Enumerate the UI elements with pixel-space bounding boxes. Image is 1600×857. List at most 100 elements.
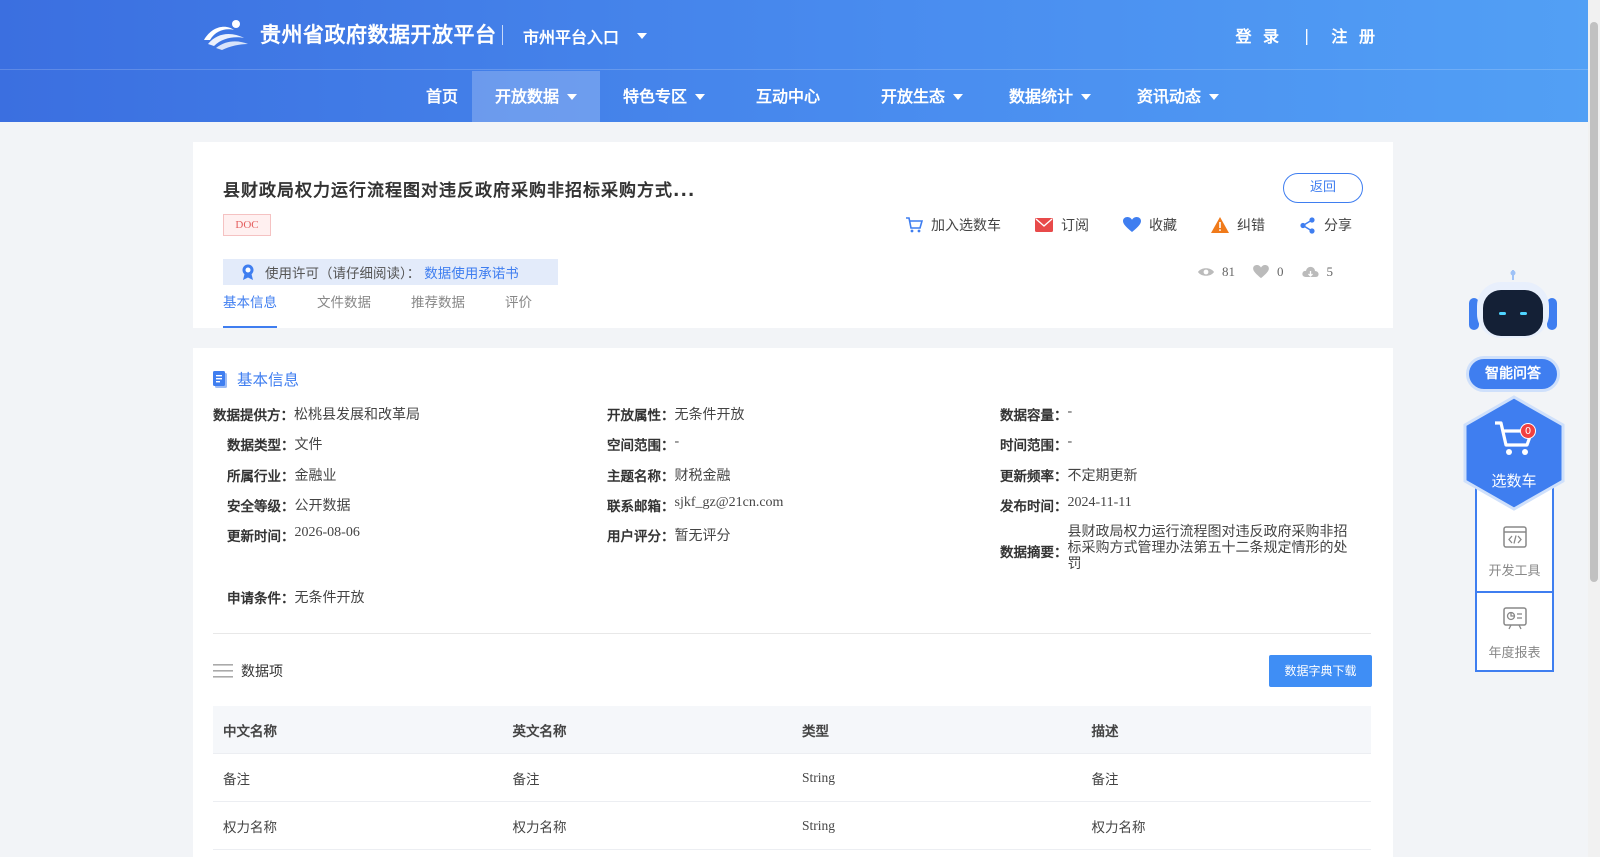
field-key: 用户评分：	[607, 529, 675, 545]
field-frequency: 更新频率： 不定期更新	[1000, 465, 1138, 485]
dataset-actions: 加入选数车 订阅 收藏 纠错 分享	[905, 215, 1386, 235]
field-industry: 所属行业： 金融业	[227, 465, 337, 485]
dataset-title: 县财政局权力运行流程图对违反政府采购非招标采购方式...	[223, 181, 696, 201]
field-provider: 数据提供方： 松桃县发展和改革局	[213, 404, 420, 424]
site-title: 贵州省政府数据开放平台	[260, 23, 497, 47]
dictionary-download-button[interactable]: 数据字典下载	[1269, 655, 1372, 687]
site-logo[interactable]: 贵州省政府数据开放平台	[200, 16, 497, 52]
report-error-button[interactable]: 纠错	[1211, 215, 1265, 235]
nav-item-news[interactable]: 资讯动态	[1114, 71, 1242, 122]
login-link[interactable]: 登 录	[1235, 23, 1282, 47]
scrollbar-thumb[interactable]	[1590, 22, 1598, 582]
share-button[interactable]: 分享	[1299, 215, 1352, 235]
field-key: 主题名称：	[607, 469, 675, 485]
field-key: 数据类型：	[227, 438, 295, 454]
table-row: 备注 备注 String 备注	[213, 754, 1371, 802]
table-cell: String	[802, 769, 836, 785]
table-cell: 权力名称	[1091, 819, 1146, 836]
city-entry-label: 市州平台入口	[523, 28, 620, 47]
share-icon	[1300, 216, 1315, 234]
list-icon	[213, 664, 233, 678]
tab-file-data[interactable]: 文件数据	[317, 292, 371, 328]
dataset-header-card: 县财政局权力运行流程图对违反政府采购非招标采购方式... DOC 返回 加入选数…	[193, 142, 1393, 328]
view-count-value: 81	[1222, 264, 1235, 279]
field-key: 时间范围：	[1000, 438, 1068, 454]
field-summary: 数据摘要： 县财政局权力运行流程图对违反政府采购非招标采购方式管理办法第五十二条规…	[1000, 525, 1360, 573]
nav-label: 首页	[425, 87, 458, 106]
heart-icon	[1253, 265, 1269, 279]
auth-separator: |	[1304, 25, 1310, 45]
chevron-down-icon	[953, 93, 963, 100]
cart-icon	[906, 217, 923, 233]
tab-reviews[interactable]: 评价	[505, 292, 532, 328]
column-header: 描述	[1091, 723, 1119, 740]
nav-item-ecosystem[interactable]: 开放生态	[858, 71, 986, 122]
nav-item-special-zone[interactable]: 特色专区	[600, 71, 728, 122]
nav-item-interaction[interactable]: 互动中心	[728, 71, 848, 122]
license-agreement-link[interactable]: 数据使用承诺书	[424, 262, 519, 282]
favorite-button[interactable]: 收藏	[1123, 215, 1177, 235]
nav-item-open-data[interactable]: 开放数据	[472, 71, 600, 122]
dataset-stats: 81 0 5	[1198, 264, 1351, 280]
field-value: sjkf_gz@21cn.com	[674, 495, 784, 510]
eye-icon	[1198, 268, 1214, 276]
table-cell: 权力名称	[223, 819, 277, 836]
field-value: 财税金融	[674, 469, 731, 484]
like-count-value: 0	[1277, 264, 1284, 279]
city-platform-dropdown[interactable]: 市州平台入口	[523, 24, 648, 48]
table-cell: 备注	[1091, 771, 1119, 788]
dev-tools-label: 开发工具	[1488, 564, 1541, 579]
award-icon	[242, 264, 254, 280]
field-publish-time: 发布时间： 2024-11-11	[1000, 495, 1132, 515]
nav-label: 特色专区	[622, 87, 687, 106]
selection-cart-button[interactable]	[1463, 395, 1565, 511]
site-header: 贵州省政府数据开放平台 市州平台入口 登 录 | 注 册 首页 开放数据 特色专…	[0, 0, 1600, 122]
field-space-range: 空间范围： -	[607, 434, 679, 454]
register-link[interactable]: 注 册	[1331, 23, 1378, 47]
back-button[interactable]: 返回	[1283, 173, 1363, 203]
nav-label: 开放生态	[880, 87, 945, 106]
assistant-robot-icon[interactable]	[1467, 270, 1559, 340]
report-icon	[1502, 607, 1527, 630]
annual-report-button[interactable]: 年度报表	[1477, 606, 1552, 661]
column-header: 英文名称	[512, 723, 567, 740]
field-key: 更新时间：	[227, 529, 295, 545]
annual-report-label: 年度报表	[1488, 646, 1541, 661]
field-value: 无条件开放	[674, 408, 745, 423]
field-topic: 主题名称： 财税金融	[607, 465, 731, 485]
tab-recommended[interactable]: 推荐数据	[411, 292, 465, 328]
table-cell: 备注	[223, 771, 250, 788]
top-bar: 贵州省政府数据开放平台 市州平台入口 登 录 | 注 册	[0, 0, 1600, 70]
field-value: 松桃县发展和改革局	[294, 408, 420, 423]
smart-qa-button[interactable]: 智能问答	[1466, 356, 1560, 392]
column-header: 类型	[802, 723, 829, 740]
field-value: 公开数据	[294, 499, 351, 514]
field-security: 安全等级： 公开数据	[227, 495, 351, 515]
field-key: 申请条件：	[227, 591, 295, 607]
detail-tabs: 基本信息 文件数据 推荐数据 评价	[223, 292, 572, 328]
favorite-label: 收藏	[1149, 218, 1177, 234]
tab-basic-info[interactable]: 基本信息	[223, 292, 277, 328]
nav-item-statistics[interactable]: 数据统计	[986, 71, 1114, 122]
field-value: 2026-08-06	[294, 525, 360, 540]
like-count: 0	[1253, 264, 1284, 280]
field-key: 联系邮箱：	[607, 499, 675, 515]
nav-label: 互动中心	[755, 87, 820, 106]
data-items-table: 中文名称 英文名称 类型 描述 备注 备注 String 备注 权力名称 权力名…	[213, 706, 1371, 850]
field-open-attribute: 开放属性： 无条件开放	[607, 404, 745, 424]
chevron-down-icon	[637, 33, 648, 39]
field-update-time: 更新时间： 2026-08-06	[227, 525, 360, 545]
field-key: 数据摘要：	[1000, 545, 1068, 561]
data-items-heading: 数据项	[213, 661, 283, 681]
field-value: -	[1067, 434, 1073, 449]
main-nav: 首页 开放数据 特色专区 互动中心 开放生态 数据统计 资讯动态	[0, 71, 1600, 122]
subscribe-button[interactable]: 订阅	[1035, 215, 1089, 235]
page-scrollbar[interactable]	[1588, 0, 1600, 857]
field-value: 2024-11-11	[1067, 495, 1132, 510]
report-label: 纠错	[1237, 218, 1265, 234]
add-to-cart-button[interactable]: 加入选数车	[905, 215, 1001, 235]
dev-tools-button[interactable]: 开发工具	[1477, 526, 1552, 579]
column-header: 中文名称	[223, 723, 277, 740]
chevron-down-icon	[695, 93, 705, 100]
field-email: 联系邮箱： sjkf_gz@21cn.com	[607, 495, 783, 515]
